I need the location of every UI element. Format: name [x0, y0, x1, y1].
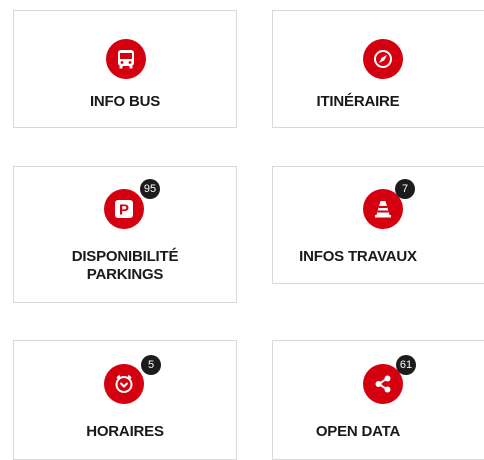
tile-label-line-1: DISPONIBILITÉ [71, 248, 179, 265]
tile-label: INFOS TRAVAUX [299, 248, 417, 265]
notification-badge: 5 [141, 355, 161, 375]
notification-badge: 7 [395, 179, 415, 199]
notification-badge: 95 [140, 179, 160, 199]
tile-horaires[interactable]: 5 HORAIRES [13, 340, 237, 460]
tile-info-bus[interactable]: INFO BUS [13, 10, 237, 128]
tile-label: ITINÉRAIRE [316, 93, 400, 110]
tile-label: HORAIRES [86, 423, 164, 440]
tile-label: INFO BUS [89, 93, 161, 110]
parking-icon: P [104, 189, 144, 229]
tile-parkings[interactable]: P 95 DISPONIBILITÉ PARKINGS [13, 166, 237, 303]
tile-label: OPEN DATA [315, 423, 401, 440]
bus-icon [106, 39, 146, 79]
svg-text:P: P [119, 202, 129, 219]
tile-itineraire[interactable]: ITINÉRAIRE [272, 10, 484, 128]
tile-label-line-2: PARKINGS [86, 266, 164, 283]
tile-open-data[interactable]: 61 OPEN DATA [272, 340, 484, 460]
notification-badge: 61 [396, 355, 416, 375]
clock-icon [104, 364, 144, 404]
compass-icon [363, 39, 403, 79]
tile-infos-travaux[interactable]: 7 INFOS TRAVAUX [272, 166, 484, 284]
